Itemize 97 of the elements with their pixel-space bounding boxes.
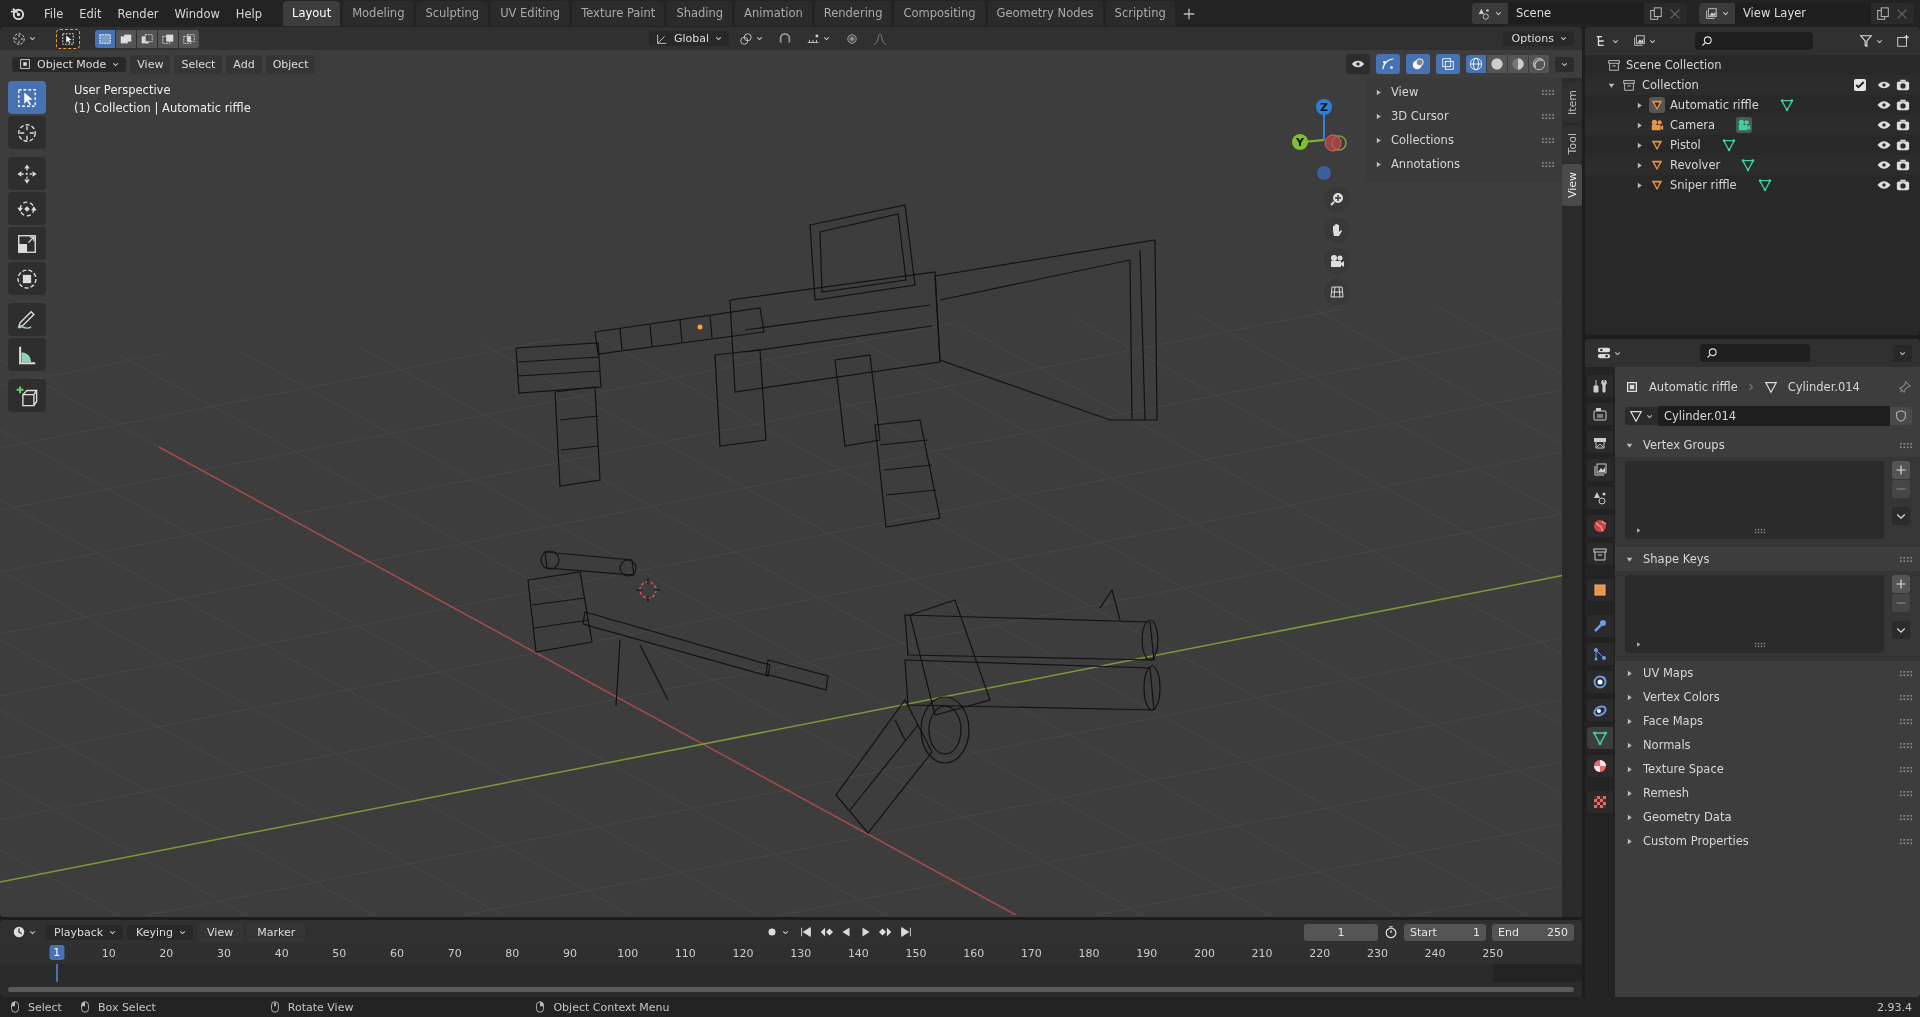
tree-item[interactable]: Pistol [1670, 138, 1701, 152]
panel-header[interactable]: Collections [1391, 133, 1454, 147]
menu-item[interactable]: View [130, 54, 171, 74]
frame-number: 60 [390, 947, 404, 960]
workspace-tab[interactable]: Scripting [1105, 1, 1175, 26]
frame-number: 160 [963, 947, 985, 960]
active-object-info: (1) Collection | Automatic riffle [74, 101, 251, 115]
playhead-marker[interactable]: 1 [49, 945, 65, 960]
status-hint: Box Select [97, 1000, 156, 1014]
workspace-tab[interactable]: UV Editing [491, 1, 570, 26]
field-value: 1 [1473, 924, 1480, 941]
current-frame-field[interactable]: 1 [1304, 923, 1378, 941]
frame-number: 180 [1078, 947, 1100, 960]
version-label: 2.93.4 [1877, 1000, 1912, 1014]
menu-item[interactable]: Select [174, 54, 223, 74]
menu-item[interactable]: View [197, 922, 244, 942]
axis-gizmo[interactable]: Z Y [1281, 80, 1361, 180]
sidebar-tab[interactable]: View [1562, 164, 1582, 207]
menu-item[interactable]: Add [226, 54, 262, 74]
mesh-data-name: Cylinder.014 [1787, 380, 1860, 394]
menu-item[interactable]: Keying [127, 924, 194, 940]
panel-header[interactable]: Face Maps [1643, 714, 1703, 728]
frame-number: 240 [1424, 947, 1446, 960]
panel-header[interactable]: Shape Keys [1643, 552, 1710, 566]
frame-number: 110 [674, 947, 696, 960]
sidebar-tab[interactable]: Tool [1562, 125, 1582, 163]
workspace-tab[interactable]: Rendering [814, 1, 892, 26]
workspace-tab[interactable]: Geometry Nodes [987, 1, 1103, 26]
panel-header[interactable]: Texture Space [1643, 762, 1724, 776]
frame-number: 30 [217, 947, 231, 960]
panel-header[interactable]: Normals [1643, 738, 1691, 752]
end-frame-field[interactable]: End 250 [1492, 923, 1574, 941]
start-frame-field[interactable]: Start 1 [1404, 923, 1486, 941]
panel-header[interactable]: Vertex Colors [1643, 690, 1720, 704]
panel-header[interactable]: Vertex Groups [1643, 438, 1725, 452]
panel-header[interactable]: Remesh [1643, 786, 1690, 800]
frame-number: 80 [505, 947, 520, 960]
field-label: Start [1410, 924, 1437, 941]
panel-header[interactable]: Geometry Data [1643, 810, 1732, 824]
workspace-tab[interactable]: Sculpting [416, 1, 489, 26]
frame-number: 100 [617, 947, 639, 960]
status-hint: Select [28, 1000, 62, 1014]
workspace-tab[interactable]: Layout [283, 1, 341, 26]
frame-number: 140 [847, 947, 869, 960]
workspace-tab[interactable]: Compositing [894, 1, 985, 26]
scene-field[interactable]: Scene [1508, 3, 1644, 24]
status-hint: Rotate View [287, 1000, 354, 1014]
frame-number: 130 [790, 947, 812, 960]
tree-item[interactable]: Collection [1642, 78, 1699, 92]
tree-item[interactable]: Scene Collection [1626, 58, 1722, 72]
frame-number: 70 [447, 947, 462, 960]
field-value: 250 [1547, 924, 1568, 941]
mesh-name-field[interactable]: Cylinder.014 [1658, 406, 1890, 426]
panel-header[interactable]: UV Maps [1643, 666, 1694, 680]
frame-number: 20 [159, 947, 174, 960]
workspace-tab[interactable]: Modeling [343, 1, 414, 26]
status-hint: Object Context Menu [553, 1000, 670, 1014]
field-label: End [1498, 924, 1519, 941]
tree-item[interactable]: Automatic riffle [1670, 98, 1759, 112]
menu-item[interactable]: Marker [247, 922, 306, 942]
panel-header[interactable]: Annotations [1391, 157, 1461, 171]
view-name: User Perspective [74, 83, 171, 97]
frame-number: 40 [274, 947, 289, 960]
frame-number: 170 [1020, 947, 1042, 960]
tree-item[interactable]: Revolver [1670, 158, 1721, 172]
menu-item[interactable]: Playback [45, 924, 124, 940]
frame-number: 210 [1251, 947, 1273, 960]
workspace-tab[interactable]: Shading [667, 1, 733, 26]
frame-number: 90 [563, 947, 577, 960]
frame-number: 190 [1136, 947, 1158, 960]
mode-dropdown[interactable]: Object Mode [12, 56, 127, 72]
frame-number: 220 [1309, 947, 1331, 960]
panel-header[interactable]: 3D Cursor [1391, 109, 1449, 123]
frame-number: 120 [732, 947, 754, 960]
panel-header[interactable]: View [1391, 85, 1419, 99]
options-dropdown[interactable]: Options [1502, 31, 1574, 46]
frame-number: 230 [1366, 947, 1388, 960]
menu-item[interactable]: Window [167, 3, 227, 24]
view-layer-field[interactable]: View Layer [1735, 3, 1871, 24]
menu-item[interactable]: File [37, 3, 71, 24]
frame-number: 10 [101, 947, 116, 960]
menu-item[interactable]: Render [110, 3, 166, 24]
object-name: Automatic riffle [1649, 380, 1738, 394]
3d-viewport[interactable]: Global Options Object Mode View Select Add Object User Perspective (1) Collection | Automatic riffle Z Y View 3D Cursor Collections Annotations Item Tool View [0, 27, 1582, 917]
workspace-tab[interactable]: Animation [735, 1, 812, 26]
menu-item[interactable]: Object [265, 54, 316, 74]
frame-number: 200 [1193, 947, 1215, 960]
menu-item[interactable]: Edit [72, 3, 109, 24]
orientation-dropdown[interactable]: Global [649, 31, 730, 46]
workspace-tab[interactable]: Texture Paint [572, 1, 665, 26]
menu-item[interactable]: Help [228, 3, 270, 24]
frame-number: 250 [1482, 947, 1504, 960]
frame-number: 150 [905, 947, 927, 960]
frame-number: 50 [332, 947, 347, 960]
tree-item[interactable]: Sniper riffle [1670, 178, 1737, 192]
tree-item[interactable]: Camera [1670, 118, 1716, 132]
sidebar-tab[interactable]: Item [1562, 82, 1582, 124]
